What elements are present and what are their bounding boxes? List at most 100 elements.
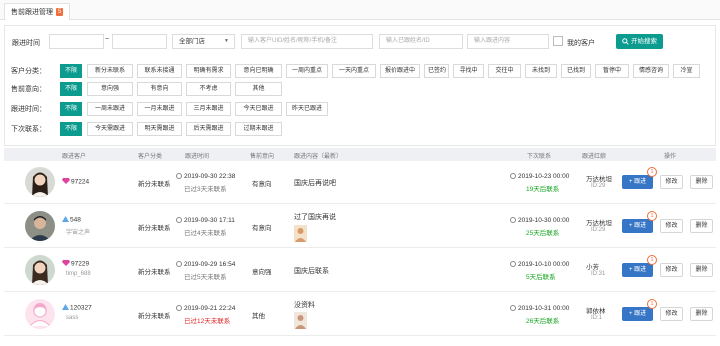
filter-chip[interactable]: 一周内重点 bbox=[286, 64, 328, 78]
filter-chip[interactable]: 一周未跟进 bbox=[87, 102, 133, 116]
delete-button[interactable]: 删除 bbox=[690, 263, 713, 277]
category-text: 新分未联系 bbox=[138, 269, 171, 276]
header-next-contact[interactable]: 下次联系 bbox=[527, 151, 551, 160]
avatar[interactable] bbox=[25, 167, 55, 197]
filter-chip[interactable]: 一天内重点 bbox=[332, 64, 376, 78]
table-row: 97229 timp_688 新分未联系 2019-09-29 16:54 已过… bbox=[4, 249, 716, 292]
filter-chip[interactable]: 新分未联系 bbox=[87, 64, 133, 78]
header-follow-time[interactable]: 跟进时间 bbox=[185, 151, 209, 160]
filter-chip[interactable]: 过期未跟进 bbox=[235, 122, 282, 136]
filter-chip[interactable]: 明天需跟进 bbox=[137, 122, 182, 136]
filter-chip[interactable]: 明确有需求 bbox=[186, 64, 231, 78]
delete-button[interactable]: 删除 bbox=[690, 219, 713, 233]
filter-row-label: 客户分类： bbox=[11, 68, 46, 75]
filter-chip[interactable]: 不限 bbox=[60, 64, 82, 78]
customer-nickname: sass bbox=[66, 315, 79, 321]
filter-chip[interactable]: 寻找中 bbox=[453, 64, 484, 78]
next-contact-time-text: 2019-10-31 00:00 bbox=[518, 305, 570, 312]
clock-icon bbox=[176, 173, 182, 179]
search-button[interactable]: 开始搜索 bbox=[616, 34, 663, 49]
matchmaker-name: 万达杭坦 bbox=[586, 176, 612, 183]
category-text: 新分未联系 bbox=[138, 225, 171, 232]
clock-icon bbox=[510, 305, 516, 311]
matchmaker-name: 郭依林 bbox=[586, 308, 606, 315]
filter-chip[interactable]: 意向已明确 bbox=[235, 64, 282, 78]
customer-uid[interactable]: 97224 bbox=[62, 178, 89, 186]
filter-chip[interactable]: 冷宣 bbox=[673, 64, 700, 78]
next-contact-time-text: 2019-10-23 00:00 bbox=[518, 173, 570, 180]
avatar[interactable] bbox=[25, 299, 55, 329]
follow-up-button[interactable]: + 跟进 bbox=[622, 307, 653, 321]
delete-button[interactable]: 删除 bbox=[690, 307, 713, 321]
content-keyword-input[interactable]: 输入跟进内容 bbox=[467, 34, 549, 49]
matchmaker-id: ID:1 bbox=[591, 315, 603, 321]
filter-chip[interactable]: 未找到 bbox=[525, 64, 557, 78]
clock-icon bbox=[510, 173, 516, 179]
tab-presale-follow-up[interactable]: 售前跟进管理 5 bbox=[4, 3, 71, 20]
follow-time-text: 2019-09-29 16:54 bbox=[184, 261, 236, 268]
edit-button[interactable]: 修改 bbox=[660, 307, 683, 321]
header-customer: 跟进客户 bbox=[62, 154, 87, 160]
filter-chip[interactable]: 报价跟进中 bbox=[380, 64, 420, 78]
filter-chip[interactable]: 不限 bbox=[60, 122, 82, 136]
filter-chip[interactable]: 联系未接通 bbox=[137, 64, 182, 78]
clock-icon bbox=[510, 217, 516, 223]
filter-chip[interactable]: 不考虑 bbox=[186, 82, 231, 96]
filter-chip[interactable]: 其他 bbox=[235, 82, 282, 96]
filter-chip[interactable]: 意向强 bbox=[87, 82, 133, 96]
date-separator: ~ bbox=[105, 36, 110, 43]
filter-row-label: 下次联系： bbox=[11, 126, 46, 133]
triangle-level-icon bbox=[62, 216, 69, 222]
store-select[interactable]: 全部门店 ▼ bbox=[172, 34, 235, 49]
delete-button[interactable]: 删除 bbox=[690, 175, 713, 189]
next-contact-time: 2019-10-10 00:00 bbox=[510, 261, 569, 268]
edit-button[interactable]: 修改 bbox=[660, 219, 683, 233]
uid-text: 120327 bbox=[70, 304, 92, 312]
intent-text: 有意向 bbox=[252, 225, 272, 232]
filter-chip[interactable]: 已签约 bbox=[424, 64, 449, 78]
follow-count-badge: 1 bbox=[647, 211, 657, 221]
filter-chip[interactable]: 已找到 bbox=[561, 64, 591, 78]
filter-chip[interactable]: 不限 bbox=[60, 102, 82, 116]
content-image-thumbnail[interactable] bbox=[294, 312, 307, 329]
category-text: 新分未联系 bbox=[138, 313, 171, 320]
filter-chip[interactable]: 有意向 bbox=[137, 82, 182, 96]
filter-chip[interactable]: 交往中 bbox=[488, 64, 521, 78]
clock-icon bbox=[176, 305, 182, 311]
filter-chip[interactable]: 暂停中 bbox=[595, 64, 629, 78]
customer-uid[interactable]: 120327 bbox=[62, 304, 92, 312]
my-customer-checkbox[interactable] bbox=[553, 36, 563, 46]
follow-time: 2019-09-29 16:54 bbox=[176, 261, 235, 268]
filter-chip[interactable]: 三月未跟进 bbox=[186, 102, 231, 116]
table-row: 120327 sass 新分未联系 2019-09-21 22:24 已过12天… bbox=[4, 293, 716, 336]
filter-chip[interactable]: 今天已跟进 bbox=[235, 102, 282, 116]
content-image-thumbnail[interactable] bbox=[294, 225, 307, 242]
tab-count-badge: 5 bbox=[56, 8, 64, 16]
customer-keyword-input[interactable]: 输入客户UID/姓名/昵称/手机/备注 bbox=[241, 34, 373, 49]
clock-icon bbox=[510, 261, 516, 267]
filter-chip[interactable]: 今天需跟进 bbox=[87, 122, 133, 136]
follow-up-button[interactable]: + 跟进 bbox=[622, 219, 653, 233]
start-date-input[interactable] bbox=[49, 34, 104, 49]
avatar[interactable] bbox=[25, 255, 55, 285]
customer-uid[interactable]: 97229 bbox=[62, 260, 89, 268]
edit-button[interactable]: 修改 bbox=[660, 263, 683, 277]
edit-button[interactable]: 修改 bbox=[660, 175, 683, 189]
matchmaker-name: 小芳 bbox=[586, 264, 599, 271]
filter-chip[interactable]: 不限 bbox=[60, 82, 82, 96]
follow-up-button[interactable]: + 跟进 bbox=[622, 263, 653, 277]
filter-chip[interactable]: 情感咨询 bbox=[633, 64, 669, 78]
end-date-input[interactable] bbox=[112, 34, 167, 49]
filter-chip[interactable]: 后天需跟进 bbox=[186, 122, 231, 136]
customer-uid[interactable]: 548 bbox=[62, 216, 81, 224]
uid-text: 548 bbox=[70, 216, 81, 224]
next-contact-time: 2019-10-23 00:00 bbox=[510, 173, 569, 180]
filter-chip[interactable]: 昨天已跟进 bbox=[286, 102, 328, 116]
filter-chip[interactable]: 一月未跟进 bbox=[137, 102, 182, 116]
matchmaker-keyword-input[interactable]: 输入已跟姓名/ID bbox=[379, 34, 463, 49]
follow-count-badge: 1 bbox=[647, 299, 657, 309]
avatar[interactable] bbox=[25, 211, 55, 241]
uid-text: 97224 bbox=[71, 178, 90, 186]
follow-up-button[interactable]: + 跟进 bbox=[622, 175, 653, 189]
next-contact-time: 2019-10-31 00:00 bbox=[510, 305, 569, 312]
